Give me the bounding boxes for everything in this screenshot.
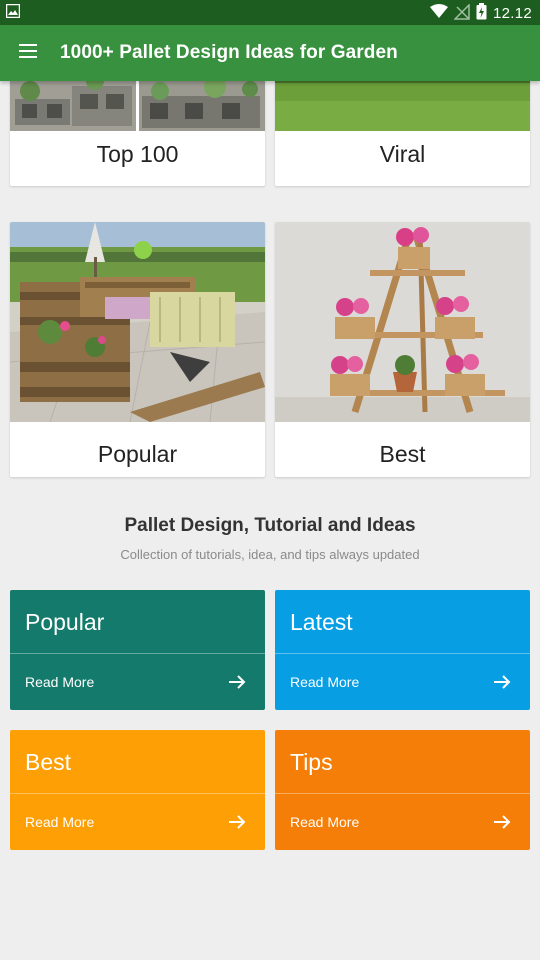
arrow-right-icon[interactable] — [227, 812, 247, 832]
category-card-viral[interactable]: Viral — [275, 81, 530, 186]
tile-divider — [275, 653, 530, 654]
card-label: Popular — [97, 441, 178, 467]
status-bar: 12.12 — [0, 0, 540, 25]
arrow-right-icon[interactable] — [492, 812, 512, 832]
tile-divider — [275, 793, 530, 794]
no-signal-icon — [453, 2, 470, 24]
read-more-link[interactable]: Read More — [25, 814, 94, 830]
category-card-top-100[interactable]: Top 100 — [10, 81, 265, 186]
clock: 12.12 — [492, 5, 532, 22]
card-label: Viral — [379, 141, 426, 167]
tile-divider — [10, 793, 265, 794]
tile-best[interactable]: Best Read More — [10, 730, 265, 850]
main-content[interactable]: Top 100 Viral Popular Best Pallet Design… — [0, 81, 540, 960]
image-notification-icon — [5, 3, 21, 23]
tile-title: Popular — [25, 609, 105, 635]
card-image-pallet-sofa — [10, 222, 265, 423]
category-card-popular[interactable]: Popular — [10, 222, 265, 477]
tile-title: Best — [25, 749, 72, 775]
card-label: Top 100 — [96, 141, 179, 167]
card-label: Best — [379, 441, 426, 467]
tile-tips[interactable]: Tips Read More — [275, 730, 530, 850]
menu-button[interactable] — [0, 25, 56, 81]
card-image-cinder-block-planters — [10, 81, 265, 131]
tile-title: Latest — [290, 609, 353, 635]
tile-popular[interactable]: Popular Read More — [10, 590, 265, 710]
battery-icon — [476, 3, 487, 24]
tile-divider — [10, 653, 265, 654]
section-subtitle: Collection of tutorials, idea, and tips … — [120, 547, 420, 562]
arrow-right-icon[interactable] — [492, 672, 512, 692]
read-more-link[interactable]: Read More — [290, 814, 359, 830]
tile-title: Tips — [290, 749, 333, 775]
app-title: 1000+ Pallet Design Ideas for Garden — [60, 42, 398, 63]
wifi-icon — [429, 4, 448, 23]
section-title: Pallet Design, Tutorial and Ideas — [124, 515, 416, 536]
app-bar: 1000+ Pallet Design Ideas for Garden — [0, 25, 540, 81]
tile-latest[interactable]: Latest Read More — [275, 590, 530, 710]
read-more-link[interactable]: Read More — [290, 674, 359, 690]
arrow-right-icon[interactable] — [227, 672, 247, 692]
card-image-garden-bed — [275, 81, 530, 131]
read-more-link[interactable]: Read More — [25, 674, 94, 690]
card-image-ladder-flower-stand — [275, 222, 530, 422]
hamburger-menu-icon — [19, 43, 37, 63]
category-card-best[interactable]: Best — [275, 222, 530, 477]
